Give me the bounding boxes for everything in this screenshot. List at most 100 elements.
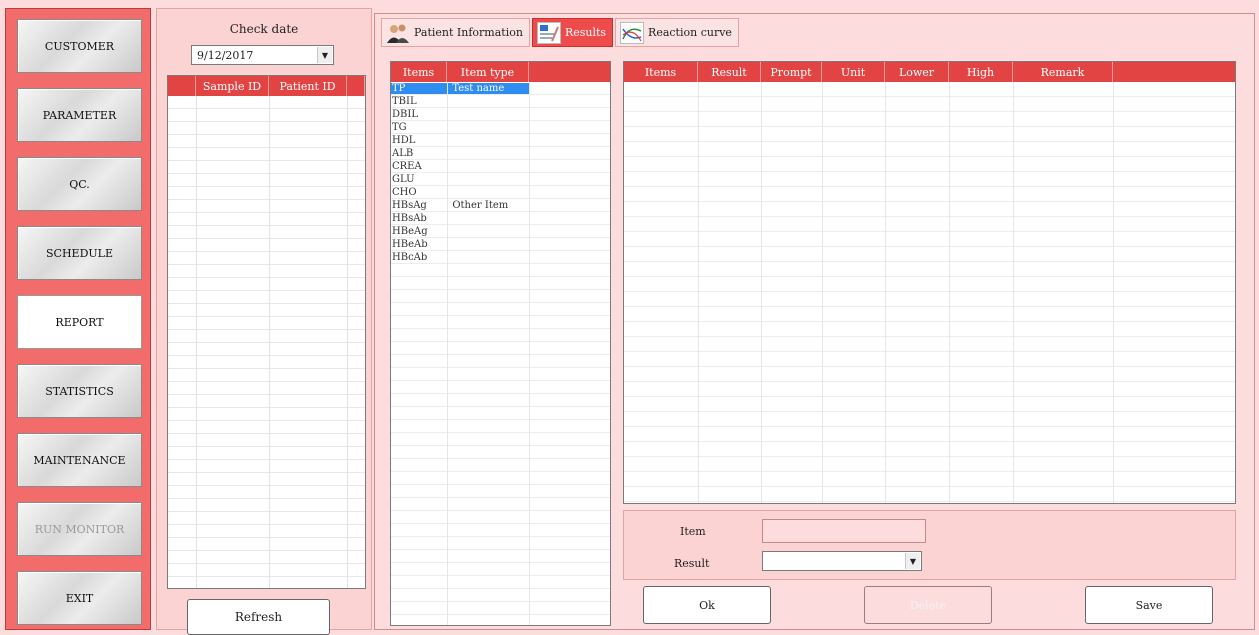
test-items-header: Items Item type bbox=[391, 62, 610, 82]
item-label: Item bbox=[680, 525, 706, 538]
item-type bbox=[444, 226, 529, 237]
item-code: TP bbox=[391, 83, 445, 94]
item-type bbox=[444, 187, 529, 198]
nav-schedule-button[interactable]: SCHEDULE bbox=[17, 226, 142, 280]
item-code: HBeAg bbox=[392, 226, 428, 237]
list-item[interactable]: HBeAb bbox=[391, 239, 529, 250]
chevron-down-icon[interactable]: ▼ bbox=[317, 47, 332, 63]
list-item[interactable]: GLU bbox=[391, 174, 529, 185]
list-item[interactable]: HBeAg bbox=[391, 226, 529, 237]
results-header: Items Result Prompt Unit Lower High Rema… bbox=[624, 62, 1235, 82]
list-item[interactable]: DBIL bbox=[391, 109, 529, 120]
nav-qc-button[interactable]: QC. bbox=[17, 157, 142, 211]
main-nav: CUSTOMER PARAMETER QC. SCHEDULE REPORT S… bbox=[5, 8, 151, 630]
save-button[interactable]: Save bbox=[1085, 586, 1213, 624]
item-type: Test name bbox=[444, 83, 529, 94]
column-header-spacer bbox=[347, 76, 365, 96]
item-type bbox=[444, 148, 529, 159]
list-item[interactable]: TG bbox=[391, 122, 529, 133]
test-items-table[interactable]: Items Item type TP Test name TBIL DBIL TG HDL… bbox=[390, 61, 611, 626]
column-header-items[interactable]: Items bbox=[391, 62, 447, 82]
column-header-patient-id[interactable]: Patient ID bbox=[269, 76, 347, 96]
nav-run-monitor-button[interactable]: RUN MONITOR bbox=[17, 502, 142, 556]
sample-list-table[interactable]: Sample ID Patient ID bbox=[167, 75, 366, 589]
grid-divider bbox=[885, 82, 886, 503]
list-item[interactable]: CREA bbox=[391, 161, 529, 172]
test-items-body[interactable]: TP Test name TBIL DBIL TG HDL ALB CREA GLU CHO HBs… bbox=[391, 82, 610, 625]
tab-results[interactable]: Results bbox=[531, 18, 614, 47]
item-type: Other Item bbox=[452, 200, 509, 211]
item-type bbox=[444, 252, 529, 263]
item-code: CREA bbox=[392, 161, 422, 172]
item-type bbox=[444, 161, 529, 172]
results-icon bbox=[536, 21, 561, 44]
grid-divider bbox=[698, 82, 699, 503]
item-type bbox=[444, 96, 529, 107]
list-item[interactable]: TP Test name bbox=[391, 83, 529, 94]
column-header-sample-id[interactable]: Sample ID bbox=[196, 76, 269, 96]
tab-reaction-curve[interactable]: Reaction curve bbox=[615, 18, 739, 47]
list-item[interactable]: HBcAb bbox=[391, 252, 529, 263]
column-header-high[interactable]: High bbox=[949, 62, 1013, 82]
column-header-prompt[interactable]: Prompt bbox=[761, 62, 822, 82]
nav-statistics-button[interactable]: STATISTICS bbox=[17, 364, 142, 418]
list-item[interactable]: HDL bbox=[391, 135, 529, 146]
grid-divider bbox=[347, 96, 348, 588]
results-body[interactable] bbox=[624, 82, 1235, 503]
tab-patient-information[interactable]: Patient Information bbox=[381, 18, 530, 47]
results-table[interactable]: Items Result Prompt Unit Lower High Rema… bbox=[623, 61, 1236, 504]
item-code: CHO bbox=[392, 187, 417, 198]
nav-exit-button[interactable]: EXIT bbox=[17, 571, 142, 625]
refresh-button[interactable]: Refresh bbox=[187, 599, 330, 635]
delete-button[interactable]: Delete bbox=[864, 586, 992, 624]
item-field[interactable] bbox=[762, 519, 926, 543]
column-header-lower[interactable]: Lower bbox=[885, 62, 949, 82]
list-item[interactable]: TBIL bbox=[391, 96, 529, 107]
tab-patient-information-label: Patient Information bbox=[414, 26, 523, 39]
grid-divider bbox=[196, 96, 197, 588]
list-item[interactable]: CHO bbox=[391, 187, 529, 198]
result-label: Result bbox=[674, 557, 710, 570]
report-tabs: Patient Information Results Reaction cur… bbox=[381, 18, 741, 48]
column-header-unit[interactable]: Unit bbox=[822, 62, 885, 82]
item-code: ALB bbox=[392, 148, 414, 159]
row-indicator-header bbox=[168, 76, 196, 96]
nav-maintenance-button[interactable]: MAINTENANCE bbox=[17, 433, 142, 487]
item-code: TBIL bbox=[392, 96, 417, 107]
list-item[interactable]: HBsAb bbox=[391, 213, 529, 224]
report-main-panel: Patient Information Results Reaction cur… bbox=[374, 13, 1255, 630]
check-date-value: 9/12/2017 bbox=[197, 48, 254, 62]
column-header-spacer bbox=[1113, 62, 1235, 82]
chevron-down-icon[interactable]: ▼ bbox=[905, 553, 920, 569]
grid-divider bbox=[447, 82, 448, 625]
column-header-remark[interactable]: Remark bbox=[1013, 62, 1113, 82]
column-header-items[interactable]: Items bbox=[624, 62, 698, 82]
list-item[interactable]: HBsAg Other Item bbox=[391, 200, 529, 211]
item-code: GLU bbox=[392, 174, 415, 185]
list-item[interactable]: ALB bbox=[391, 148, 529, 159]
nav-report-button[interactable]: REPORT bbox=[17, 295, 142, 349]
nav-customer-button[interactable]: CUSTOMER bbox=[17, 19, 142, 73]
column-header-item-type[interactable]: Item type bbox=[447, 62, 529, 82]
tab-results-label: Results bbox=[564, 26, 607, 39]
item-code: DBIL bbox=[392, 109, 418, 120]
sample-list-body[interactable] bbox=[168, 96, 365, 588]
check-date-picker[interactable]: 9/12/2017 ▼ bbox=[191, 45, 334, 65]
result-edit-group: Item Result ▼ bbox=[623, 510, 1236, 580]
item-type bbox=[444, 174, 529, 185]
item-code: HBsAb bbox=[392, 213, 427, 224]
item-type bbox=[444, 135, 529, 146]
grid-divider bbox=[761, 82, 762, 503]
result-select[interactable]: ▼ bbox=[762, 551, 922, 571]
nav-parameter-button[interactable]: PARAMETER bbox=[17, 88, 142, 142]
ok-button[interactable]: Ok bbox=[643, 586, 771, 624]
tab-reaction-curve-label: Reaction curve bbox=[648, 26, 732, 39]
column-header-spacer bbox=[529, 62, 610, 82]
grid-divider bbox=[949, 82, 950, 503]
check-date-label: Check date bbox=[229, 22, 299, 36]
item-type bbox=[444, 239, 529, 250]
column-header-result[interactable]: Result bbox=[698, 62, 761, 82]
grid-divider bbox=[1013, 82, 1014, 503]
patient-icon bbox=[386, 22, 410, 44]
item-code: HBsAg bbox=[392, 200, 427, 211]
